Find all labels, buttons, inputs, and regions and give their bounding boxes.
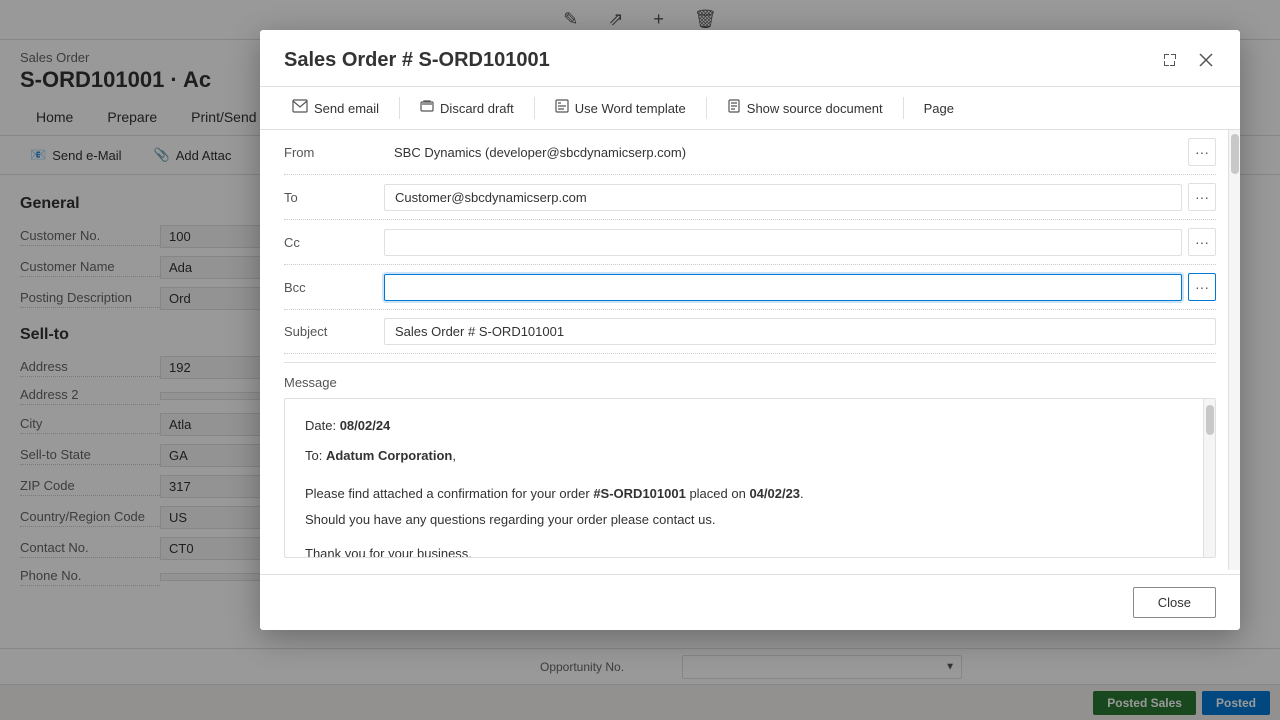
cc-label: Cc: [284, 235, 384, 250]
to-field: ···: [384, 183, 1216, 211]
cc-dots-btn[interactable]: ···: [1188, 228, 1216, 256]
from-label: From: [284, 145, 384, 160]
subject-input[interactable]: [384, 318, 1216, 345]
cc-input[interactable]: [384, 229, 1182, 256]
bcc-input[interactable]: [384, 274, 1182, 301]
to-input[interactable]: [384, 184, 1182, 211]
show-source-doc-btn[interactable]: Show source document: [715, 93, 895, 123]
toolbar-divider-3: [706, 97, 707, 119]
message-content: Date: 08/02/24 To: Adatum Corporation, P…: [285, 399, 1215, 557]
modal-body: From SBC Dynamics (developer@sbcdynamics…: [260, 130, 1240, 574]
modal-scrollbar-thumb: [1231, 134, 1239, 174]
source-doc-icon-svg: [727, 99, 741, 113]
message-para3: Thank you for your business.: [305, 543, 1191, 557]
subject-field: [384, 318, 1216, 345]
modal-header: Sales Order # S-ORD101001: [260, 30, 1240, 87]
modal-toolbar: Send email Discard draft Use Word templa…: [260, 87, 1240, 130]
bcc-label: Bcc: [284, 280, 384, 295]
cc-row: Cc ···: [284, 220, 1216, 265]
message-scrollbar[interactable]: [1203, 399, 1215, 557]
discard-draft-btn[interactable]: Discard draft: [408, 93, 526, 123]
message-date-line: Date: 08/02/24: [305, 415, 1191, 437]
from-value: SBC Dynamics (developer@sbcdynamicserp.c…: [384, 140, 1182, 165]
to-label: To: [284, 190, 384, 205]
to-row: To ···: [284, 175, 1216, 220]
page-btn[interactable]: Page: [912, 95, 966, 122]
to-dots-btn[interactable]: ···: [1188, 183, 1216, 211]
form-separator: [284, 362, 1216, 363]
modal-title: Sales Order # S-ORD101001: [284, 49, 550, 72]
bcc-field: ···: [384, 273, 1216, 301]
discard-icon-svg: [420, 99, 434, 113]
message-area[interactable]: Date: 08/02/24 To: Adatum Corporation, P…: [284, 398, 1216, 558]
message-scrollbar-thumb: [1206, 405, 1214, 435]
from-row: From SBC Dynamics (developer@sbcdynamics…: [284, 130, 1216, 175]
subject-row: Subject: [284, 310, 1216, 354]
message-para1: Please find attached a confirmation for …: [305, 483, 1191, 505]
toolbar-divider-1: [399, 97, 400, 119]
modal-footer: Close: [260, 574, 1240, 630]
word-icon: [555, 99, 569, 117]
from-dots-btn[interactable]: ···: [1188, 138, 1216, 166]
toolbar-divider-4: [903, 97, 904, 119]
close-button[interactable]: Close: [1133, 587, 1216, 618]
source-doc-icon: [727, 99, 741, 117]
email-modal: Sales Order # S-ORD101001 Sen: [260, 30, 1240, 630]
send-email-icon: [292, 99, 308, 117]
expand-btn[interactable]: [1156, 46, 1184, 74]
modal-scrollbar[interactable]: [1228, 130, 1240, 570]
use-word-template-btn[interactable]: Use Word template: [543, 93, 698, 123]
modal-header-actions: [1156, 46, 1220, 74]
expand-icon: [1162, 52, 1178, 68]
bcc-dots-btn[interactable]: ···: [1188, 273, 1216, 301]
subject-label: Subject: [284, 324, 384, 339]
bcc-row: Bcc ···: [284, 265, 1216, 310]
send-email-btn[interactable]: Send email: [280, 93, 391, 123]
cc-field: ···: [384, 228, 1216, 256]
message-label: Message: [284, 375, 1216, 390]
send-icon-svg: [292, 99, 308, 113]
close-icon: [1198, 52, 1214, 68]
close-modal-btn[interactable]: [1192, 46, 1220, 74]
message-to-line: To: Adatum Corporation,: [305, 445, 1191, 467]
discard-icon: [420, 99, 434, 117]
word-icon-svg: [555, 99, 569, 113]
message-para2: Should you have any questions regarding …: [305, 509, 1191, 531]
toolbar-divider-2: [534, 97, 535, 119]
